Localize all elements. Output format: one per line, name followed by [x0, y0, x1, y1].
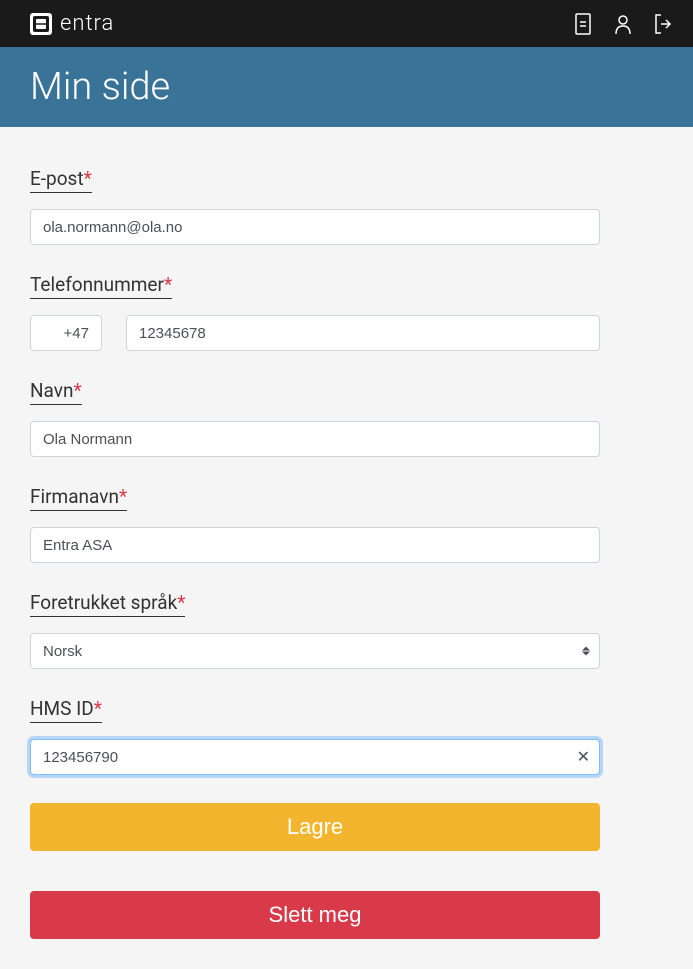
logo[interactable]: entra — [30, 11, 114, 36]
hms-id-label: HMS ID* — [30, 697, 102, 723]
country-code-field[interactable] — [30, 315, 102, 351]
page-title: Min side — [30, 65, 663, 109]
phone-label: Telefonnummer* — [30, 273, 172, 299]
name-label: Navn* — [30, 379, 82, 405]
delete-button[interactable]: Slett meg — [30, 891, 600, 939]
user-icon[interactable] — [613, 12, 633, 36]
logo-text: entra — [60, 11, 114, 36]
company-label: Firmanavn* — [30, 485, 127, 511]
name-field[interactable] — [30, 421, 600, 457]
language-label: Foretrukket språk* — [30, 591, 185, 617]
logout-icon[interactable] — [653, 12, 673, 36]
language-select[interactable]: Norsk — [30, 633, 600, 669]
required-marker: * — [84, 167, 92, 190]
email-field[interactable] — [30, 209, 600, 245]
required-marker: * — [73, 379, 81, 402]
required-marker: * — [177, 591, 185, 614]
document-icon[interactable] — [573, 12, 593, 36]
clear-icon[interactable]: ✕ — [577, 749, 590, 765]
required-marker: * — [164, 273, 172, 296]
logo-icon — [30, 13, 52, 35]
phone-number-field[interactable] — [126, 315, 600, 351]
save-button[interactable]: Lagre — [30, 803, 600, 851]
required-marker: * — [119, 485, 127, 508]
company-field[interactable] — [30, 527, 600, 563]
required-marker: * — [94, 697, 102, 720]
hms-id-field[interactable] — [30, 739, 600, 775]
email-label: E-post* — [30, 167, 92, 193]
